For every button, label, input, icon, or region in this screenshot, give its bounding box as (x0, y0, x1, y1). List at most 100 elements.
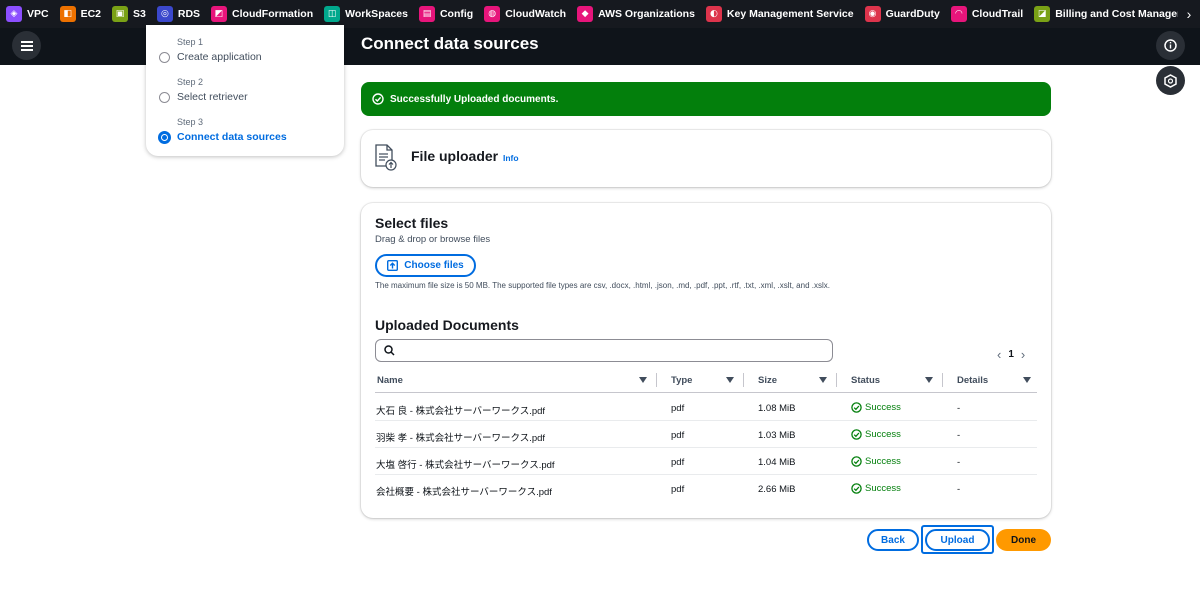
favorite-service-vpc[interactable]: ◈ VPC (6, 6, 49, 22)
status-text: Success (865, 456, 901, 467)
status-text: Success (865, 429, 901, 440)
favorite-service-config[interactable]: ▤ Config (418, 6, 474, 22)
favorites-bar: ◈ VPC ◧ EC2 ▣ S3 ◎ RDS ◩ CloudFormation ◫ WorkSpace… (0, 0, 1200, 28)
step-name: Connect data sources (177, 131, 287, 143)
favorite-service-s3[interactable]: ▣ S3 (112, 6, 146, 22)
column-header-size[interactable]: Size (758, 375, 777, 386)
sort-icon[interactable] (1023, 377, 1031, 383)
guardduty-icon: ◉ (864, 6, 881, 22)
step-name[interactable]: Select retriever (177, 91, 344, 103)
favorite-service-workspaces[interactable]: ◫ WorkSpaces (324, 6, 408, 22)
config-icon: ▤ (418, 6, 435, 22)
document-upload-icon (375, 144, 397, 171)
cell-size: 1.08 MiB (758, 403, 796, 414)
favorite-service-rds[interactable]: ◎ RDS (156, 6, 200, 22)
choose-files-label: Choose files (404, 260, 464, 271)
info-icon (1164, 39, 1177, 52)
step-number: Step 3 (177, 117, 204, 127)
cell-size: 2.66 MiB (758, 484, 796, 495)
workspaces-icon: ◫ (324, 6, 341, 22)
upload-button[interactable]: Upload (925, 529, 990, 551)
back-button[interactable]: Back (867, 529, 919, 551)
cell-type: pdf (671, 484, 685, 495)
cloudtrail-icon: ◠ (950, 6, 967, 22)
favorite-service-ec2[interactable]: ◧ EC2 (59, 6, 102, 22)
search-input[interactable] (402, 342, 822, 359)
ai-assistant-button[interactable] (1156, 66, 1185, 95)
cell-status: Success (851, 402, 901, 413)
column-header-details[interactable]: Details (957, 375, 988, 386)
column-header-status[interactable]: Status (851, 375, 880, 386)
favorite-service-key-management-service[interactable]: ◐ Key Management Service (705, 6, 854, 22)
select-files-container: Select files Drag & drop or browse files… (361, 203, 1051, 518)
step-number: Step 2 (177, 77, 204, 87)
done-button[interactable]: Done (996, 529, 1051, 551)
cell-status: Success (851, 456, 901, 467)
select-files-title: Select files (375, 215, 449, 231)
column-header-type[interactable]: Type (671, 375, 692, 386)
kms-icon: ◐ (705, 6, 722, 22)
organizations-icon: ◆ (577, 6, 594, 22)
cell-details: - (957, 403, 961, 414)
service-label: EC2 (80, 8, 102, 20)
choose-files-button[interactable]: Choose files (375, 254, 476, 277)
sort-icon[interactable] (925, 377, 933, 383)
page-number[interactable]: 1 (1008, 349, 1014, 360)
service-label: CloudFormation (232, 8, 314, 20)
file-uploader-title: File uploader (411, 148, 499, 164)
sort-icon[interactable] (726, 377, 734, 383)
column-divider[interactable] (836, 373, 837, 387)
favorites-more-icon[interactable]: › (1178, 0, 1200, 28)
success-check-icon (851, 402, 862, 413)
service-label: Key Management Service (726, 8, 854, 20)
sort-icon[interactable] (819, 377, 827, 383)
table-row: 大塩 啓行 - 株式会社サーバーワークス.pdf pdf 1.04 MiB Su… (375, 448, 1037, 475)
info-panel-button[interactable] (1156, 31, 1185, 60)
success-flashbar: Successfully Uploaded documents. (361, 82, 1051, 116)
cell-name: 羽柴 孝 - 株式会社サーバーワークス.pdf (376, 433, 546, 444)
cell-name: 大塩 啓行 - 株式会社サーバーワークス.pdf (376, 460, 555, 471)
favorite-service-aws-organizations[interactable]: ◆ AWS Organizations (577, 6, 695, 22)
table-row: 羽柴 孝 - 株式会社サーバーワークス.pdf pdf 1.03 MiB Suc… (375, 421, 1037, 448)
step-1: Step 1 Create application (158, 37, 344, 77)
success-check-icon (372, 93, 384, 105)
favorite-service-billing-and-cost-management[interactable]: ◪ Billing and Cost Management (1034, 6, 1200, 22)
column-divider[interactable] (743, 373, 744, 387)
favorite-service-guardduty[interactable]: ◉ GuardDuty (864, 6, 940, 22)
service-label: WorkSpaces (345, 8, 408, 20)
cell-details: - (957, 430, 961, 441)
cloudformation-icon: ◩ (211, 6, 228, 22)
sort-icon[interactable] (639, 377, 647, 383)
status-text: Success (865, 402, 901, 413)
favorite-service-cloudformation[interactable]: ◩ CloudFormation (211, 6, 313, 22)
favorite-service-cloudtrail[interactable]: ◠ CloudTrail (950, 6, 1023, 22)
previous-page-icon[interactable]: ‹ (997, 347, 1001, 362)
cell-name: 大石 良 - 株式会社サーバーワークス.pdf (376, 406, 546, 417)
column-header-name[interactable]: Name (377, 375, 403, 386)
flash-message: Successfully Uploaded documents. (390, 93, 559, 105)
service-label: Config (439, 8, 474, 20)
file-constraint-text: The maximum file size is 50 MB. The supp… (375, 281, 830, 290)
step-name[interactable]: Create application (177, 51, 344, 63)
cell-details: - (957, 484, 961, 495)
favorite-service-cloudwatch[interactable]: ◍ CloudWatch (484, 6, 566, 22)
cell-name: 会社概要 - 株式会社サーバーワークス.pdf (376, 487, 552, 498)
select-files-subtitle: Drag & drop or browse files (375, 234, 491, 245)
step-3: Step 3 Connect data sources (158, 117, 344, 157)
documents-search[interactable] (375, 339, 833, 362)
next-page-icon[interactable]: › (1021, 347, 1025, 362)
service-label: AWS Organizations (598, 8, 695, 20)
cell-type: pdf (671, 430, 685, 441)
billing-icon: ◪ (1034, 6, 1051, 22)
success-check-icon (851, 483, 862, 494)
success-check-icon (851, 429, 862, 440)
cell-type: pdf (671, 403, 685, 414)
menu-button[interactable] (12, 31, 41, 60)
cell-size: 1.04 MiB (758, 457, 796, 468)
step-number: Step 1 (177, 37, 204, 47)
column-divider[interactable] (656, 373, 657, 387)
info-link[interactable]: Info (503, 153, 519, 163)
wizard-steps: Step 1 Create application Step 2 Select … (146, 25, 344, 156)
column-divider[interactable] (942, 373, 943, 387)
cell-status: Success (851, 483, 901, 494)
